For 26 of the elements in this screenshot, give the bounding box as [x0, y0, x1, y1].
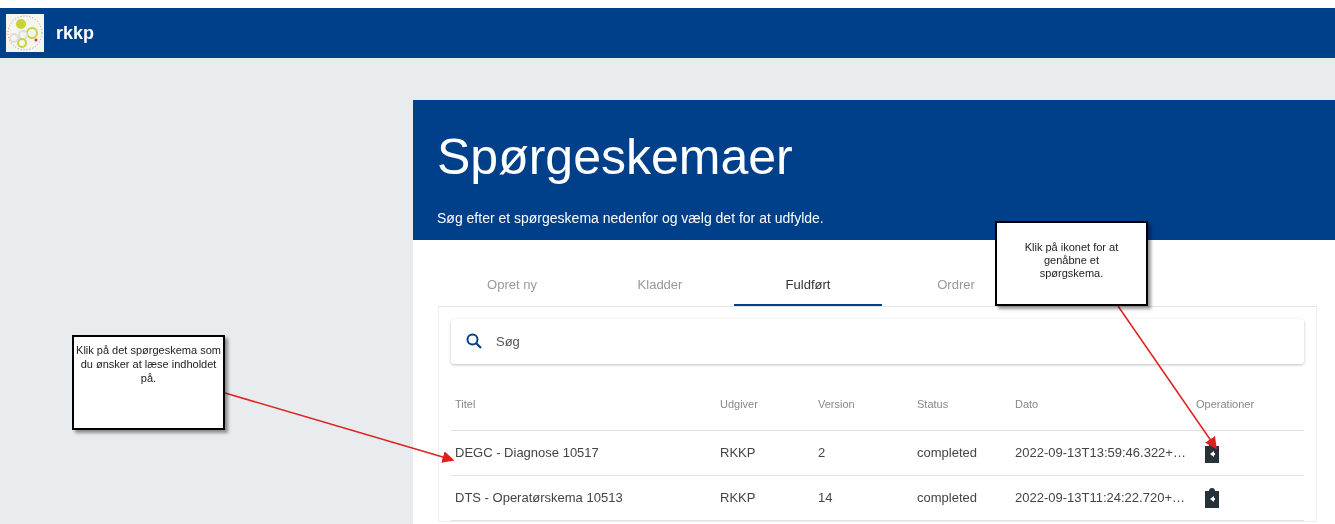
tab[interactable]: Fuldført [734, 266, 882, 306]
column-header: Udgiver [720, 396, 759, 412]
table-cell-text: 2 [818, 444, 827, 463]
table-cell-text: 2022-09-13T13:59:46.322+… [1015, 444, 1187, 463]
search-icon [466, 333, 482, 349]
column-header: Titel [455, 396, 477, 412]
table-cell-text: RKKP [720, 444, 757, 463]
table-cell-text: RKKP [720, 489, 757, 508]
callout-tooltip: Klik på det spørgeskema som du ønsker at læse indholdet på. [72, 335, 225, 430]
table-cell-text: completed [917, 444, 978, 463]
page-title: Spørgeskemaer [437, 128, 794, 186]
column-header: Operationer [1196, 396, 1256, 412]
page-subtitle: Søg efter et spørgeskema nedenfor og vælg det for at udfylde. [437, 209, 825, 228]
table-cell-text: 2022-09-13T11:24:22.720+… [1015, 489, 1186, 508]
table-cell[interactable]: DTS - Operatørskema 10513 [455, 488, 720, 508]
callout-tooltip: Klik på ikonet for at genåbne et spørgskema. [995, 221, 1148, 306]
column-header: Version [818, 396, 856, 412]
table-cell[interactable]: DEGC - Diagnose 10517 [455, 443, 720, 463]
column-header: Status [917, 396, 950, 412]
clipboard-arrow-icon[interactable] [1204, 488, 1220, 508]
logo-icon [6, 14, 44, 52]
search-field[interactable]: Søg [451, 319, 1304, 364]
column-header: Dato [1015, 396, 1040, 412]
app-title: rkkp [56, 21, 95, 45]
table-cell-text: 14 [818, 489, 834, 508]
table-cell-text: completed [917, 489, 978, 508]
